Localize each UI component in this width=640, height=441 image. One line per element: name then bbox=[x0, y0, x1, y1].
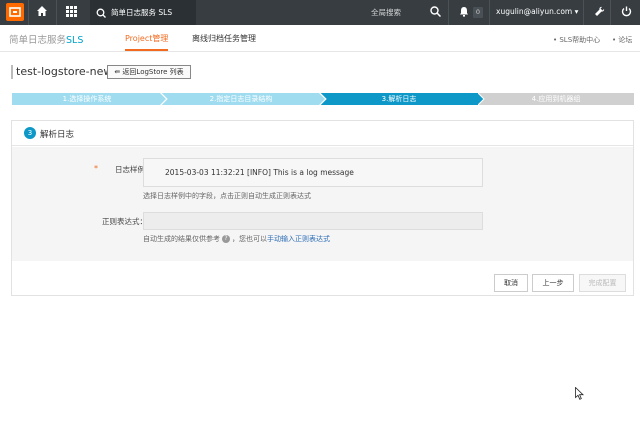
title-accent-bar bbox=[11, 65, 13, 79]
sls-icon bbox=[96, 8, 106, 18]
wrench-icon[interactable] bbox=[594, 6, 605, 19]
step-1: 1.选择操作系统 bbox=[12, 93, 166, 105]
regex-hint: 自动生成的结果仅供参考 ? ，您也可以 手动输入正则表达式 bbox=[143, 234, 330, 244]
home-icon[interactable] bbox=[36, 5, 48, 19]
log-sample-field[interactable]: 2015-03-03 11:32:21 [INFO] This is a log… bbox=[143, 158, 483, 187]
manual-regex-link[interactable]: 手动输入正则表达式 bbox=[267, 234, 330, 244]
forum-label: 论坛 bbox=[618, 36, 633, 44]
product-tab-sls[interactable]: 简单日志服务 SLS bbox=[90, 0, 196, 25]
top-bar: 简单日志服务 SLS 全局搜索 0 xugulin@aliyun.com ▾ bbox=[0, 0, 640, 25]
power-icon[interactable] bbox=[621, 6, 632, 19]
brand-suffix: SLS bbox=[66, 35, 84, 46]
log-sample-hint: 选择日志样例中的字段，点击正则自动生成正则表达式 bbox=[143, 192, 311, 200]
panel-header: 3 解析日志 bbox=[12, 121, 633, 146]
regex-hint-middle: ，您也可以 bbox=[232, 235, 267, 243]
step-progress-bar: 1.选择操作系统 2.指定日志目录结构 3.解析日志 4.应用到机器组 bbox=[12, 93, 634, 105]
step-2: 2.指定日志目录结构 bbox=[161, 93, 325, 105]
step-3: 3.解析日志 bbox=[320, 93, 484, 105]
divider bbox=[489, 0, 490, 25]
log-sample-label: 日志样例 bbox=[115, 165, 145, 174]
help-center-label: SLS帮助中心 bbox=[559, 36, 601, 44]
console-brand[interactable]: 简单日志服务SLS bbox=[9, 32, 83, 46]
parse-log-panel: 3 解析日志 * 日志样例 2015-03-03 11:32:21 [INFO]… bbox=[11, 120, 634, 296]
tab-offline-archive[interactable]: 离线归档任务管理 bbox=[192, 33, 256, 44]
help-question-icon[interactable]: ? bbox=[222, 235, 230, 243]
divider bbox=[583, 0, 584, 25]
tab-project-management[interactable]: Project管理 bbox=[125, 33, 168, 44]
aliyun-logo[interactable] bbox=[6, 3, 24, 21]
regex-input[interactable] bbox=[143, 212, 483, 230]
back-arrow-icon: ⇚ bbox=[114, 68, 123, 76]
message-count-badge[interactable]: 0 bbox=[473, 7, 483, 18]
step-2-label: 2.指定日志目录结构 bbox=[209, 95, 273, 103]
divider bbox=[28, 0, 29, 25]
active-tab-indicator bbox=[125, 49, 168, 51]
grid-menu-icon[interactable] bbox=[66, 6, 77, 19]
panel-body: * 日志样例 2015-03-03 11:32:21 [INFO] This i… bbox=[12, 147, 633, 261]
sub-navigation: 简单日志服务SLS Project管理 离线归档任务管理 • SLS帮助中心 •… bbox=[0, 25, 640, 52]
regex-label: 正则表达式： bbox=[102, 217, 147, 226]
bell-icon[interactable] bbox=[459, 6, 469, 19]
step-1-label: 1.选择操作系统 bbox=[62, 95, 112, 103]
step-4: 4.应用到机器组 bbox=[478, 93, 634, 105]
chevron-down-icon: ▾ bbox=[574, 7, 579, 16]
divider bbox=[56, 0, 57, 25]
step-number-badge: 3 bbox=[24, 127, 36, 139]
brand-prefix: 简单日志服务 bbox=[9, 35, 67, 46]
required-mark: * bbox=[94, 164, 98, 173]
step-3-label: 3.解析日志 bbox=[381, 95, 417, 103]
help-center-link[interactable]: • SLS帮助中心 bbox=[553, 35, 600, 45]
mouse-cursor-icon bbox=[575, 386, 584, 402]
user-account-menu[interactable]: xugulin@aliyun.com ▾ bbox=[496, 7, 578, 16]
cancel-button[interactable]: 取消 bbox=[494, 274, 528, 292]
back-button-label: 返回LogStore 列表 bbox=[122, 68, 184, 76]
back-to-logstore-list-button[interactable]: ⇚ 返回LogStore 列表 bbox=[107, 65, 191, 79]
regex-hint-text: 自动生成的结果仅供参考 bbox=[143, 235, 220, 243]
divider bbox=[610, 0, 611, 25]
search-icon[interactable] bbox=[430, 6, 442, 19]
product-tab-label: 简单日志服务 SLS bbox=[111, 8, 173, 17]
user-name: xugulin@aliyun.com bbox=[496, 7, 573, 16]
global-search-input[interactable]: 全局搜索 bbox=[339, 0, 471, 25]
finish-config-button[interactable]: 完成配置 bbox=[579, 274, 626, 292]
prev-step-button[interactable]: 上一步 bbox=[532, 274, 574, 292]
panel-title: 解析日志 bbox=[40, 130, 75, 140]
divider bbox=[448, 0, 449, 25]
step-4-label: 4.应用到机器组 bbox=[531, 95, 581, 103]
forum-link[interactable]: • 论坛 bbox=[612, 35, 632, 45]
page-title: test-logstore-new bbox=[16, 65, 113, 78]
